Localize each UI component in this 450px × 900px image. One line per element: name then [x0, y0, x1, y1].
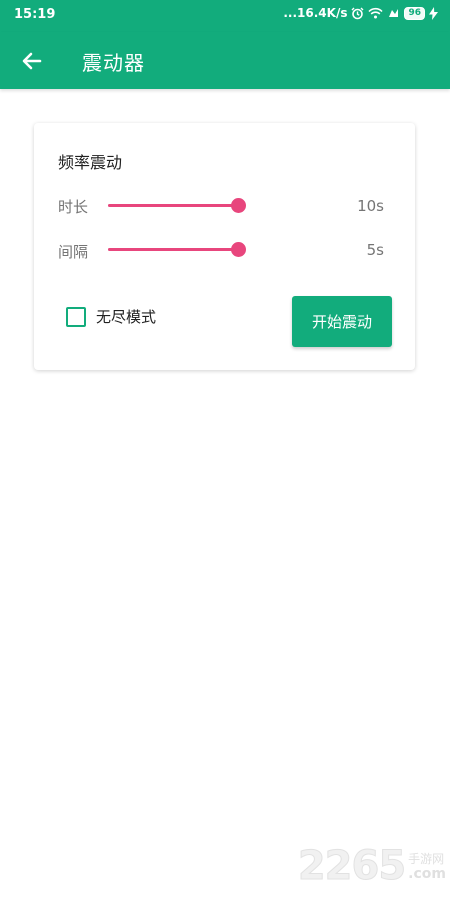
- checkbox-box[interactable]: [66, 306, 86, 327]
- arrow-left-icon[interactable]: [20, 49, 44, 73]
- slider-fill: [108, 204, 238, 207]
- frequency-vibration-card: 频率震动 时长 10s 间隔 5s 无尽模式 开始震动: [34, 123, 415, 370]
- endless-mode-checkbox[interactable]: 无尽模式: [66, 306, 156, 327]
- charging-icon: [429, 6, 438, 20]
- app-bar: 震动器: [0, 32, 450, 89]
- start-vibration-button[interactable]: 开始震动: [292, 296, 392, 347]
- endless-mode-label: 无尽模式: [96, 308, 157, 326]
- alarm-icon: [351, 7, 364, 20]
- duration-label: 时长: [58, 198, 89, 216]
- network-speed: ...16.4K/s: [283, 6, 348, 20]
- interval-label: 间隔: [58, 243, 89, 261]
- card-title: 频率震动: [58, 153, 123, 172]
- wifi-icon: [368, 7, 384, 19]
- watermark-side: 手游网 .com: [408, 852, 446, 882]
- duration-value: 10s: [357, 197, 384, 215]
- watermark-domain: .com: [408, 866, 446, 882]
- notification-icon: [387, 7, 400, 20]
- page-title: 震动器: [82, 51, 145, 75]
- status-time: 15:19: [14, 7, 56, 22]
- watermark-cn: 手游网: [408, 852, 445, 866]
- battery-icon: 96: [404, 6, 425, 20]
- watermark-number: 2265: [297, 843, 406, 889]
- slider-thumb[interactable]: [231, 242, 246, 257]
- status-bar: 15:19 ...16.4K/s 96: [0, 0, 450, 32]
- status-icons: ...16.4K/s 96: [283, 6, 438, 20]
- interval-slider[interactable]: [108, 239, 246, 259]
- duration-slider[interactable]: [108, 195, 246, 215]
- interval-value: 5s: [366, 241, 384, 259]
- slider-fill: [108, 248, 238, 251]
- slider-thumb[interactable]: [231, 198, 246, 213]
- site-watermark: 2265 手游网 .com: [297, 843, 446, 889]
